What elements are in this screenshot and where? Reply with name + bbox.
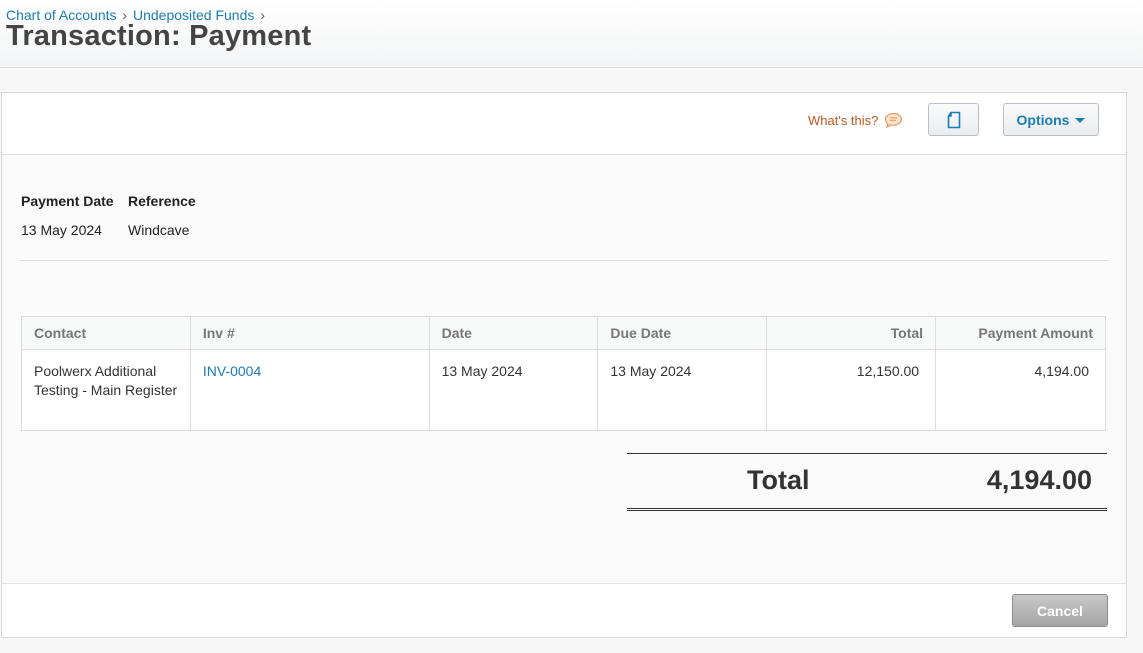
payment-date-value: 13 May 2024 bbox=[21, 222, 102, 238]
column-header-payment-amount: Payment Amount bbox=[935, 316, 1106, 350]
options-label: Options bbox=[1016, 111, 1070, 128]
table-header-row: Contact Inv # Date Due Date Total Paymen… bbox=[21, 316, 1106, 350]
payment-date-group: Payment Date 13 May 2024 bbox=[21, 193, 114, 238]
total-value: 4,194.00 bbox=[986, 465, 1092, 495]
cell-contact: Poolwerx Additional Testing - Main Regis… bbox=[21, 349, 191, 431]
page-header: Chart of Accounts › Undeposited Funds › … bbox=[0, 0, 1143, 68]
column-header-contact: Contact bbox=[21, 316, 191, 350]
reference-label: Reference bbox=[128, 193, 196, 209]
column-header-total: Total bbox=[766, 316, 937, 350]
page-title: Transaction: Payment bbox=[6, 20, 312, 52]
options-dropdown-button[interactable]: Options bbox=[1003, 103, 1099, 136]
caret-down-icon bbox=[1075, 118, 1086, 123]
toolbar: What's this? Options bbox=[2, 93, 1126, 155]
allocation-table: Contact Inv # Date Due Date Total Paymen… bbox=[21, 316, 1106, 431]
footer-bar: Cancel bbox=[2, 583, 1126, 637]
reference-group: Reference Windcave bbox=[128, 193, 196, 238]
divider bbox=[20, 260, 1109, 261]
cell-total: 12,150.00 bbox=[766, 349, 937, 431]
payment-date-label: Payment Date bbox=[21, 193, 114, 209]
cancel-button[interactable]: Cancel bbox=[1012, 594, 1108, 627]
cell-due-date: 13 May 2024 bbox=[597, 349, 768, 431]
cell-date: 13 May 2024 bbox=[428, 349, 599, 431]
whats-this-link[interactable]: What's this? bbox=[808, 112, 903, 129]
total-summary: Total 4,194.00 bbox=[627, 453, 1107, 511]
cell-payment-amount: 4,194.00 bbox=[935, 349, 1106, 431]
document-button[interactable] bbox=[928, 103, 979, 136]
speech-bubble-icon bbox=[884, 112, 903, 129]
invoice-link[interactable]: INV-0004 bbox=[203, 363, 261, 379]
whats-this-label: What's this? bbox=[808, 113, 879, 128]
table-row: Poolwerx Additional Testing - Main Regis… bbox=[21, 349, 1106, 431]
column-header-date: Date bbox=[428, 316, 599, 350]
document-icon bbox=[947, 111, 961, 129]
transaction-panel: What's this? Options Payment Date 13 May bbox=[1, 92, 1127, 638]
column-header-due-date: Due Date bbox=[597, 316, 768, 350]
cell-invoice: INV-0004 bbox=[189, 349, 430, 431]
column-header-invoice: Inv # bbox=[189, 316, 430, 350]
reference-value: Windcave bbox=[128, 222, 190, 238]
total-label: Total bbox=[747, 465, 810, 495]
